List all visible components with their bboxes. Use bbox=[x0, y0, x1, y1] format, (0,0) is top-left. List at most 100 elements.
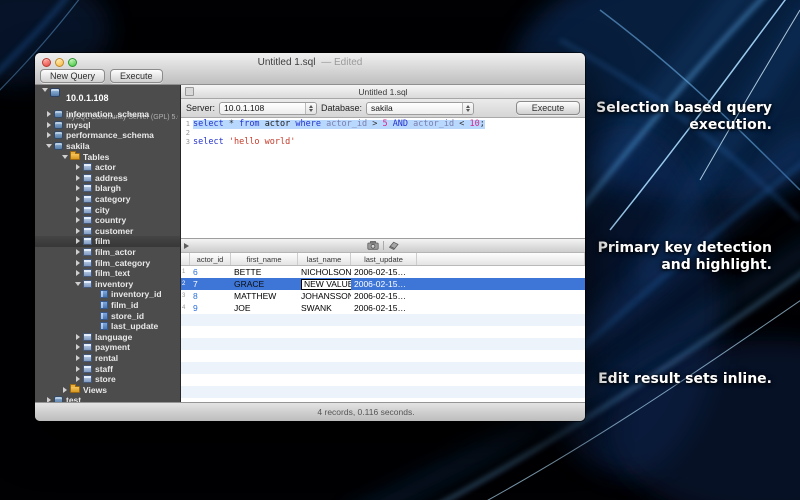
db-icon bbox=[54, 142, 63, 150]
table-row[interactable]: 49JOESWANK2006-02-15… bbox=[181, 302, 585, 314]
tree-item-label: inventory bbox=[95, 279, 133, 289]
tree-item-label: address bbox=[95, 173, 128, 183]
disclosure-right-icon[interactable] bbox=[74, 185, 82, 191]
sql-token-kw: from bbox=[239, 119, 259, 129]
tree-item-film_category[interactable]: film_category bbox=[35, 257, 180, 268]
sidebar: 10.0.1.108 MySQL Community Server (GPL) … bbox=[35, 85, 181, 402]
tree-item-label: language bbox=[95, 332, 132, 342]
tree-item-city[interactable]: city bbox=[35, 204, 180, 215]
new-query-button[interactable]: New Query bbox=[40, 69, 105, 83]
caption-selection-query: Selection based query execution. bbox=[596, 100, 772, 134]
empty-stripe bbox=[181, 338, 585, 350]
tree-item-Views[interactable]: Views bbox=[35, 384, 180, 395]
tree-item-sakila[interactable]: sakila bbox=[35, 141, 180, 152]
table-row[interactable]: 27GRACENEW VALUE2006-02-15… bbox=[181, 278, 585, 290]
disclosure-right-icon[interactable] bbox=[74, 344, 82, 350]
eraser-icon[interactable] bbox=[388, 241, 399, 250]
disclosure-right-icon[interactable] bbox=[45, 122, 53, 128]
disclosure-right-icon[interactable] bbox=[74, 228, 82, 234]
caption-line: Selection based query bbox=[596, 100, 772, 116]
disclosure-down-icon[interactable] bbox=[61, 155, 69, 159]
sql-editor[interactable]: 1select * from actor where actor_id > 5 … bbox=[181, 118, 585, 238]
tree-item-category[interactable]: category bbox=[35, 194, 180, 205]
tree-item-store_id[interactable]: store_id bbox=[35, 310, 180, 321]
inline-edit-field[interactable]: NEW VALUE bbox=[301, 279, 351, 290]
tree-item-address[interactable]: address bbox=[35, 173, 180, 184]
tree-item-Tables[interactable]: Tables bbox=[35, 151, 180, 162]
tree-item-store[interactable]: store bbox=[35, 374, 180, 385]
table-row[interactable]: 16BETTENICHOLSON2006-02-15… bbox=[181, 266, 585, 278]
status-bar: 4 records, 0.116 seconds. bbox=[35, 402, 585, 421]
sql-token-tbl: actor bbox=[265, 119, 291, 129]
tree-item-inventory[interactable]: inventory bbox=[35, 279, 180, 290]
tree-item-language[interactable]: language bbox=[35, 331, 180, 342]
server-label: Server: bbox=[186, 103, 215, 113]
content-pane: Untitled 1.sql Server: 10.0.1.108 Databa… bbox=[181, 85, 585, 402]
disclosure-right-icon[interactable] bbox=[74, 270, 82, 276]
results-rows: 16BETTENICHOLSON2006-02-15…27GRACENEW VA… bbox=[181, 266, 585, 314]
tree-item-actor[interactable]: actor bbox=[35, 162, 180, 173]
disclosure-right-icon[interactable] bbox=[61, 387, 69, 393]
document-tab-title: Untitled 1.sql bbox=[181, 87, 585, 97]
close-button[interactable] bbox=[42, 58, 51, 67]
execute-query-button[interactable]: Execute bbox=[516, 101, 580, 115]
header-gutter bbox=[181, 253, 190, 265]
server-select[interactable]: 10.0.1.108 bbox=[219, 102, 317, 115]
tree-item-rental[interactable]: rental bbox=[35, 353, 180, 364]
disclosure-right-icon[interactable] bbox=[74, 260, 82, 266]
column-header-last_name[interactable]: last_name bbox=[298, 253, 351, 265]
tree-item-staff[interactable]: staff bbox=[35, 363, 180, 374]
tree-item-last_update[interactable]: last_update bbox=[35, 321, 180, 332]
tree-item-film_id[interactable]: film_id bbox=[35, 300, 180, 311]
tree-item-blargh[interactable]: blargh bbox=[35, 183, 180, 194]
tree-item-film[interactable]: film bbox=[35, 236, 180, 247]
disclosure-right-icon[interactable] bbox=[45, 111, 53, 117]
export-camera-icon[interactable] bbox=[367, 241, 379, 250]
disclosure-right-icon[interactable] bbox=[74, 175, 82, 181]
zoom-button[interactable] bbox=[68, 58, 77, 67]
cell-actor_id: 9 bbox=[190, 302, 231, 314]
disclosure-right-icon[interactable] bbox=[74, 249, 82, 255]
disclosure-down-icon[interactable] bbox=[45, 144, 53, 148]
disclosure-right-icon[interactable] bbox=[74, 366, 82, 372]
tree-item-inventory_id[interactable]: inventory_id bbox=[35, 289, 180, 300]
disclosure-right-icon[interactable] bbox=[74, 164, 82, 170]
tree-item-film_text[interactable]: film_text bbox=[35, 268, 180, 279]
tree-item-test[interactable]: test bbox=[35, 395, 180, 402]
disclosure-down-icon[interactable] bbox=[41, 88, 49, 92]
tree-item-country[interactable]: country bbox=[35, 215, 180, 226]
tree-item-performance_schema[interactable]: performance_schema bbox=[35, 130, 180, 141]
disclosure-right-icon[interactable] bbox=[74, 376, 82, 382]
minimize-button[interactable] bbox=[55, 58, 64, 67]
disclosure-right-icon[interactable] bbox=[74, 238, 82, 244]
column-header-first_name[interactable]: first_name bbox=[231, 253, 298, 265]
window-title-text: Untitled 1.sql bbox=[258, 57, 316, 68]
document-icon[interactable] bbox=[185, 87, 194, 96]
editor-line-text: select 'hello world' bbox=[193, 138, 295, 147]
disclosure-right-icon[interactable] bbox=[74, 334, 82, 340]
tree-item-customer[interactable]: customer bbox=[35, 226, 180, 237]
disclosure-right-icon[interactable] bbox=[45, 132, 53, 138]
table-icon bbox=[83, 343, 92, 351]
sql-token-str: 'hello world' bbox=[229, 137, 296, 147]
caption-line: Edit result sets inline. bbox=[598, 371, 772, 387]
line-number: 2 bbox=[181, 129, 193, 138]
tree-item-label: inventory_id bbox=[111, 289, 162, 299]
tree-item-payment[interactable]: payment bbox=[35, 342, 180, 353]
table-row[interactable]: 38MATTHEWJOHANSSON2006-02-15… bbox=[181, 290, 585, 302]
column-header-actor_id[interactable]: actor_id bbox=[190, 253, 231, 265]
folder-icon bbox=[70, 153, 80, 160]
table-icon bbox=[83, 195, 92, 203]
disclosure-right-icon[interactable] bbox=[74, 207, 82, 213]
column-header-last_update[interactable]: last_update bbox=[351, 253, 417, 265]
database-select[interactable]: sakila bbox=[366, 102, 474, 115]
disclosure-down-icon[interactable] bbox=[74, 282, 82, 286]
connection-item[interactable]: 10.0.1.108 MySQL Community Server (GPL) … bbox=[35, 85, 180, 109]
disclosure-right-icon[interactable] bbox=[74, 355, 82, 361]
disclosure-right-icon[interactable] bbox=[74, 196, 82, 202]
execute-toolbar-button[interactable]: Execute bbox=[110, 69, 163, 83]
title-bar[interactable]: Untitled 1.sql — Edited bbox=[35, 53, 585, 68]
editor-line: 3select 'hello world' bbox=[181, 138, 585, 147]
tree-item-film_actor[interactable]: film_actor bbox=[35, 247, 180, 258]
disclosure-right-icon[interactable] bbox=[74, 217, 82, 223]
